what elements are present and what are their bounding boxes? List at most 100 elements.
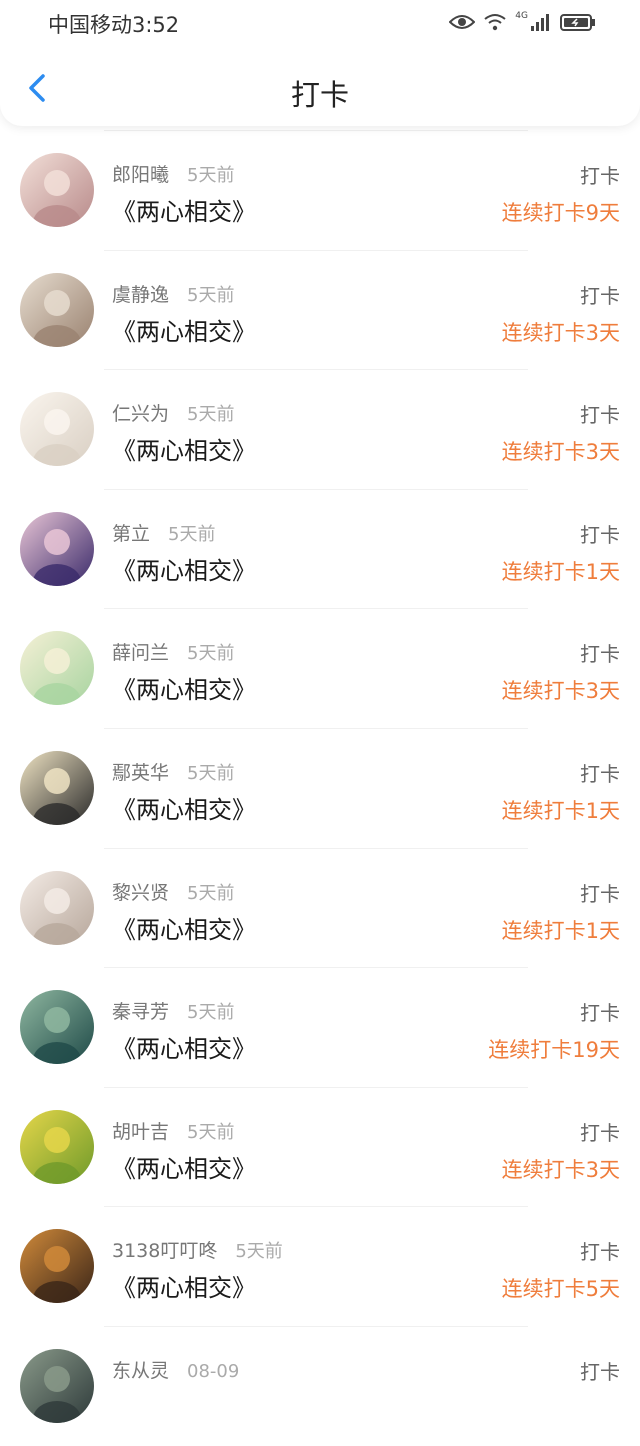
list-item[interactable]: 仁兴为 5天前 《两心相交》 打卡 连续打卡3天 (0, 369, 640, 489)
user-name: 鄢英华 5天前 (112, 758, 234, 785)
post-time: 5天前 (235, 1241, 283, 1263)
list-item[interactable]: 东从灵 08-09 打卡 (0, 1325, 640, 1446)
avatar[interactable] (20, 1348, 94, 1423)
nav-bar: 打卡 (0, 48, 640, 126)
eye-icon (449, 15, 476, 29)
checkin-button[interactable]: 打卡 (580, 878, 620, 907)
user-name: 虞静逸 5天前 (112, 280, 234, 307)
streak-label: 连续打卡3天 (501, 679, 620, 704)
post-time: 5天前 (187, 404, 235, 426)
book-title: 《两心相交》 (112, 198, 256, 226)
streak-label: 连续打卡1天 (501, 559, 620, 584)
list-item[interactable]: 薛问兰 5天前 《两心相交》 打卡 连续打卡3天 (0, 608, 640, 728)
carrier-label: 中国移动 (48, 13, 132, 37)
user-name-text: 虞静逸 (112, 283, 170, 306)
list-item[interactable]: 虞静逸 5天前 《两心相交》 打卡 连续打卡3天 (0, 249, 640, 370)
user-name-text: 黎兴贤 (112, 881, 170, 904)
avatar[interactable] (20, 153, 94, 227)
user-name: 胡叶吉 5天前 (112, 1117, 234, 1144)
user-name: 秦寻芳 5天前 (112, 997, 234, 1024)
checkin-button[interactable]: 打卡 (580, 1236, 620, 1265)
post-time: 08-09 (187, 1360, 240, 1382)
user-name-text: 东从灵 (112, 1359, 170, 1382)
avatar-image (20, 392, 94, 467)
book-title: 《两心相交》 (112, 676, 256, 705)
checkin-button[interactable]: 打卡 (580, 1117, 620, 1146)
post-time: 5天前 (187, 643, 235, 665)
checkin-button[interactable]: 打卡 (580, 519, 620, 548)
list-item[interactable]: 鄢英华 5天前 《两心相交》 打卡 连续打卡1天 (0, 727, 640, 848)
user-name: 郎阳曦 5天前 (112, 160, 234, 187)
user-name-text: 3138叮叮咚 (112, 1240, 218, 1263)
user-name-text: 薛问兰 (112, 642, 170, 665)
user-name-text: 郎阳曦 (112, 164, 170, 186)
checkin-button[interactable]: 打卡 (580, 1356, 620, 1385)
avatar[interactable] (20, 990, 94, 1065)
post-time: 5天前 (187, 1002, 235, 1024)
user-name-text: 秦寻芳 (112, 1001, 170, 1024)
post-time: 5天前 (168, 523, 216, 545)
status-carrier-time: 中国移动3:52 (48, 9, 179, 39)
post-time: 5天前 (187, 165, 235, 186)
battery-icon (560, 14, 595, 31)
streak-label: 连续打卡19天 (488, 1038, 620, 1063)
avatar-image (20, 870, 94, 945)
checkin-button[interactable]: 打卡 (580, 758, 620, 787)
book-title: 《两心相交》 (112, 1035, 256, 1064)
avatar-image (20, 272, 94, 347)
network-badge: 4G (515, 11, 528, 21)
user-name: 3138叮叮咚 5天前 (112, 1236, 283, 1263)
avatar[interactable] (20, 870, 94, 945)
checkin-button[interactable]: 打卡 (580, 280, 620, 309)
avatar[interactable] (20, 631, 94, 706)
list-item[interactable]: 秦寻芳 5天前 《两心相交》 打卡 连续打卡19天 (0, 967, 640, 1087)
streak-label: 连续打卡5天 (501, 1277, 620, 1302)
wifi-icon (484, 14, 506, 31)
book-title: 《两心相交》 (112, 556, 256, 585)
book-title: 《两心相交》 (112, 915, 256, 944)
checkin-button[interactable]: 打卡 (580, 638, 620, 667)
list-item[interactable]: 郎阳曦 5天前 《两心相交》 打卡 连续打卡9天 (0, 130, 640, 250)
avatar[interactable] (20, 750, 94, 825)
user-name-text: 第立 (112, 522, 151, 545)
streak-label: 连续打卡3天 (501, 1157, 620, 1182)
signal-icon (531, 14, 549, 31)
list-item[interactable]: 3138叮叮咚 5天前 《两心相交》 打卡 连续打卡5天 (0, 1206, 640, 1326)
book-title: 《两心相交》 (112, 1274, 256, 1303)
avatar[interactable] (20, 1229, 94, 1304)
list-item[interactable]: 胡叶吉 5天前 《两心相交》 打卡 连续打卡3天 (0, 1086, 640, 1207)
streak-label: 连续打卡3天 (501, 440, 620, 465)
book-title: 《两心相交》 (112, 437, 256, 466)
post-time: 5天前 (187, 882, 235, 904)
book-title: 《两心相交》 (112, 317, 256, 346)
streak-label: 连续打卡1天 (501, 798, 620, 823)
post-time: 5天前 (187, 284, 235, 306)
avatar[interactable] (20, 392, 94, 467)
user-name: 仁兴为 5天前 (112, 399, 234, 426)
user-name: 第立 5天前 (112, 519, 215, 546)
streak-label: 连续打卡9天 (501, 201, 620, 225)
avatar-image (20, 631, 94, 706)
user-name-text: 仁兴为 (112, 403, 170, 426)
post-time: 5天前 (187, 1121, 235, 1143)
streak-label: 连续打卡3天 (501, 320, 620, 345)
avatar[interactable] (20, 511, 94, 586)
avatar-image (20, 511, 94, 586)
user-name: 薛问兰 5天前 (112, 638, 234, 665)
avatar[interactable] (20, 272, 94, 347)
avatar-image (20, 1229, 94, 1304)
user-name-text: 鄢英华 (112, 761, 170, 784)
avatar[interactable] (20, 1109, 94, 1184)
checkin-button[interactable]: 打卡 (580, 997, 620, 1026)
list-item[interactable]: 第立 5天前 《两心相交》 打卡 连续打卡1天 (0, 488, 640, 609)
user-name-text: 胡叶吉 (112, 1120, 170, 1143)
status-icons: 4G (449, 10, 596, 34)
post-time: 5天前 (187, 762, 235, 784)
list-item[interactable]: 黎兴贤 5天前 《两心相交》 打卡 连续打卡1天 (0, 847, 640, 968)
avatar-image (20, 990, 94, 1065)
checkin-list: 郎阳曦 5天前 《两心相交》 打卡 连续打卡9天 虞静逸 5天前 《两心相交》 打 (0, 130, 640, 1446)
checkin-button[interactable]: 打卡 (580, 399, 620, 428)
avatar-image (20, 1348, 94, 1423)
book-title: 《两心相交》 (112, 795, 256, 824)
checkin-button[interactable]: 打卡 (580, 160, 620, 189)
